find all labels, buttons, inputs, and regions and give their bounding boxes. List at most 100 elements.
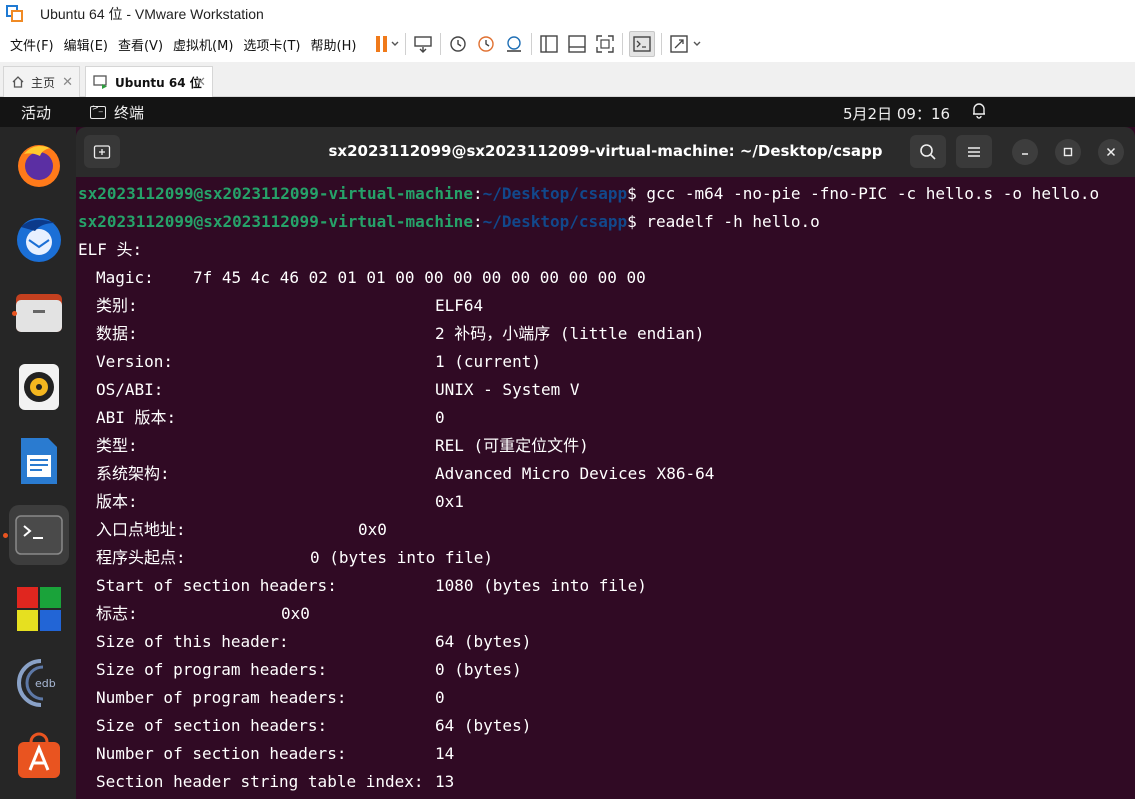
field-value: 0x0 [358, 520, 387, 539]
menu-view[interactable]: 查看(V) [113, 35, 168, 54]
libreoffice-writer-icon [21, 438, 57, 484]
field-label: Section header string table index: [96, 772, 424, 791]
maximize-button[interactable] [1055, 139, 1081, 165]
field-label: 程序头起点: [96, 548, 186, 567]
field-label: Size of program headers: [96, 660, 328, 679]
field-label: Number of section headers: [96, 744, 347, 763]
field-value: 1080 (bytes into file) [435, 576, 647, 595]
show-thumbnail-button[interactable] [566, 31, 588, 57]
close-icon[interactable]: ✕ [195, 75, 206, 90]
minimize-button[interactable] [1012, 139, 1038, 165]
console-view-button[interactable] [629, 31, 656, 57]
output-line: Size of this header: 64 (bytes) [78, 628, 1128, 656]
field-value: 64 (bytes) [435, 716, 532, 735]
maximize-icon [1063, 147, 1073, 157]
dock-rhythmbox[interactable] [9, 357, 69, 417]
app-name: 终端 [114, 104, 145, 122]
field-label: Start of section headers: [96, 576, 337, 595]
svg-text:edb: edb [35, 677, 56, 690]
dock-edb[interactable]: edb [9, 653, 69, 713]
dock-thunderbird[interactable] [9, 209, 69, 269]
output-line: Number of program headers: 0 [78, 684, 1128, 712]
field-value: 0x0 [281, 604, 310, 623]
vmware-logo-icon [6, 5, 24, 23]
terminal-output[interactable]: sx2023112099@sx2023112099-virtual-machin… [78, 180, 1128, 796]
output-line: 类别: ELF64 [78, 292, 1128, 320]
output-line: Number of section headers: 14 [78, 740, 1128, 768]
firefox-icon [18, 145, 60, 187]
output-line: ABI 版本: 0 [78, 404, 1128, 432]
dock-firefox[interactable] [9, 135, 69, 195]
vm-running-icon [93, 75, 109, 89]
command-text: readelf -h hello.o [636, 212, 820, 231]
ubuntu-dock: edb [0, 127, 76, 799]
pause-button[interactable] [373, 31, 399, 57]
prompt-line: sx2023112099@sx2023112099-virtual-machin… [78, 208, 1128, 236]
pause-icon [376, 36, 399, 52]
output-line: 标志: 0x0 [78, 600, 1128, 628]
terminal-icon [15, 515, 63, 555]
field-value: Advanced Micro Devices X86-64 [435, 464, 715, 483]
search-button[interactable] [910, 135, 946, 168]
field-label: ABI 版本: [96, 408, 177, 427]
dock-terminal[interactable] [3, 505, 69, 565]
revert-snapshot-button[interactable] [475, 31, 497, 57]
tab-home[interactable]: 主页 ✕ [3, 66, 80, 97]
snapshot-button[interactable] [447, 31, 469, 57]
send-ctrl-alt-del-button[interactable] [412, 31, 434, 57]
menu-button[interactable] [956, 135, 992, 168]
field-value: 13 [435, 772, 455, 791]
output-line: Magic: 7f 45 4c 46 02 01 01 00 00 00 00 0… [78, 264, 1128, 292]
dock-writer[interactable] [9, 431, 69, 491]
tab-ubuntu[interactable]: Ubuntu 64 位 ✕ [85, 66, 213, 97]
menu-vm[interactable]: 虚拟机(M) [168, 35, 238, 54]
rhythmbox-icon [19, 364, 59, 410]
terminal-window: sx2023112099@sx2023112099-virtual-machin… [76, 127, 1135, 799]
menu-tabs[interactable]: 选项卡(T) [238, 35, 305, 54]
elf-header-title: ELF 头: [78, 240, 143, 259]
prompt-path: ~/Desktop/csapp [482, 184, 628, 203]
prompt-dollar: $ [627, 212, 637, 231]
prompt-path: ~/Desktop/csapp [482, 212, 628, 231]
field-value: 0 (bytes into file) [310, 548, 494, 567]
dock-files[interactable] [9, 283, 69, 343]
output-line: 入口点地址: 0x0 [78, 516, 1128, 544]
menu-file[interactable]: 文件(F) [5, 35, 59, 54]
running-indicator [3, 533, 8, 538]
prompt-sep: : [472, 212, 483, 231]
stretch-view-button[interactable] [668, 31, 704, 57]
revert-snapshot-icon [478, 36, 495, 52]
running-indicator [12, 311, 17, 316]
menu-help[interactable]: 帮助(H) [306, 35, 362, 54]
dock-app-center[interactable] [9, 727, 69, 787]
prompt-user: sx2023112099@sx2023112099-virtual-machin… [78, 184, 473, 203]
snapshot-icon [450, 36, 467, 52]
vmware-menubar: 文件(F) 编辑(E) 查看(V) 虚拟机(M) 选项卡(T) 帮助(H) [0, 28, 1135, 60]
close-icon[interactable]: ✕ [62, 75, 73, 90]
bell-icon[interactable] [970, 101, 988, 123]
clock[interactable]: 5月2日 09：16 [843, 103, 950, 124]
field-label: 系统架构: [96, 464, 170, 483]
field-label: 类型: [96, 436, 138, 455]
files-icon [16, 294, 62, 332]
close-icon [1106, 147, 1116, 157]
field-label: Number of program headers: [96, 688, 347, 707]
output-line: 版本: 0x1 [78, 488, 1128, 516]
snapshot-manager-button[interactable] [503, 31, 525, 57]
close-button[interactable] [1098, 139, 1124, 165]
dock-cube-game[interactable] [9, 579, 69, 639]
keyboard-send-icon [414, 36, 433, 53]
field-value: 0 (bytes) [435, 660, 522, 679]
fullscreen-button[interactable] [594, 31, 616, 57]
library-view-icon [540, 35, 559, 53]
app-menu[interactable]: 终端 [90, 102, 144, 123]
show-library-button[interactable] [538, 31, 560, 57]
window-title: Ubuntu 64 位 - VMware Workstation [40, 6, 264, 22]
menu-edit[interactable]: 编辑(E) [59, 35, 113, 54]
vmware-tabbar: 主页 ✕ Ubuntu 64 位 ✕ [0, 62, 1135, 97]
activities-button[interactable]: 活动 [21, 102, 51, 123]
command-text: gcc -m64 -no-pie -fno-PIC -c hello.s -o … [636, 184, 1100, 203]
fullscreen-icon [596, 35, 615, 53]
output-line: Start of section headers: 1080 (bytes int… [78, 572, 1128, 600]
field-value: 0x1 [435, 492, 464, 511]
